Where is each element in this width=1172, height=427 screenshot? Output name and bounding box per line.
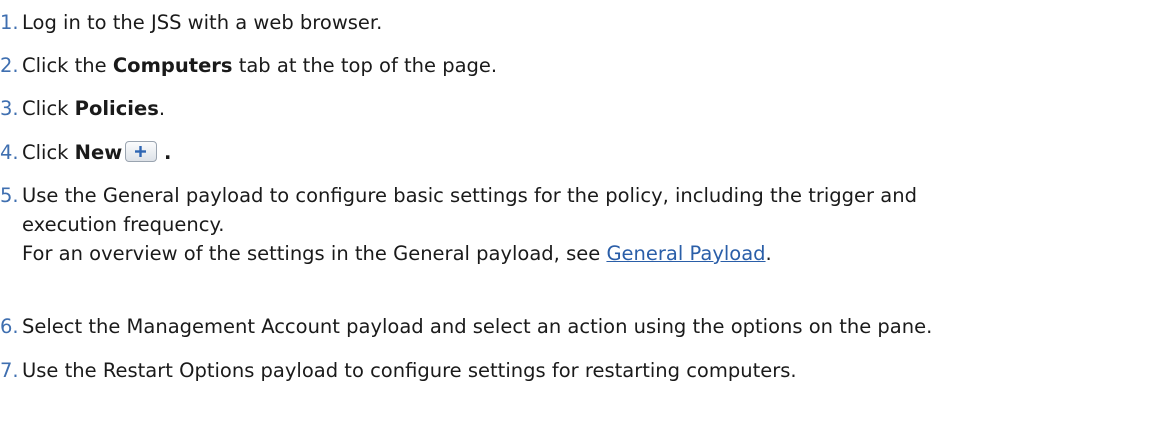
step-text-line: For an overview of the settings in the G… (22, 242, 772, 265)
instruction-steps: 1. Log in to the JSS with a web browser.… (0, 0, 1172, 427)
plus-icon (135, 146, 147, 157)
step-text: Click the Computers tab at the top of th… (22, 54, 498, 77)
step-number: 5. (0, 184, 19, 207)
step-number: 1. (0, 11, 19, 34)
step-text-line: execution frequency. (22, 213, 225, 236)
step-text-line: Use the General payload to configure bas… (22, 184, 917, 207)
new-plus-button[interactable] (125, 141, 158, 162)
ui-term-computers: Computers (112, 54, 233, 77)
ui-term-policies: Policies (74, 97, 159, 120)
step-text: Click New . (22, 141, 172, 164)
step-text: Use the Restart Options payload to confi… (22, 359, 797, 382)
step-text: Log in to the JSS with a web browser. (22, 11, 383, 34)
ui-term-new: New (74, 141, 123, 164)
step-text: Click Policies. (22, 97, 166, 120)
step-number: 7. (0, 359, 19, 382)
step-number: 6. (0, 315, 19, 338)
general-payload-link[interactable]: General Payload (606, 242, 765, 265)
step-text: Select the Management Account payload an… (22, 315, 933, 338)
step-text: Use the General payload to configure bas… (22, 181, 917, 268)
step-number: 4. (0, 141, 19, 164)
step-number: 2. (0, 54, 19, 77)
step-number: 3. (0, 97, 19, 120)
